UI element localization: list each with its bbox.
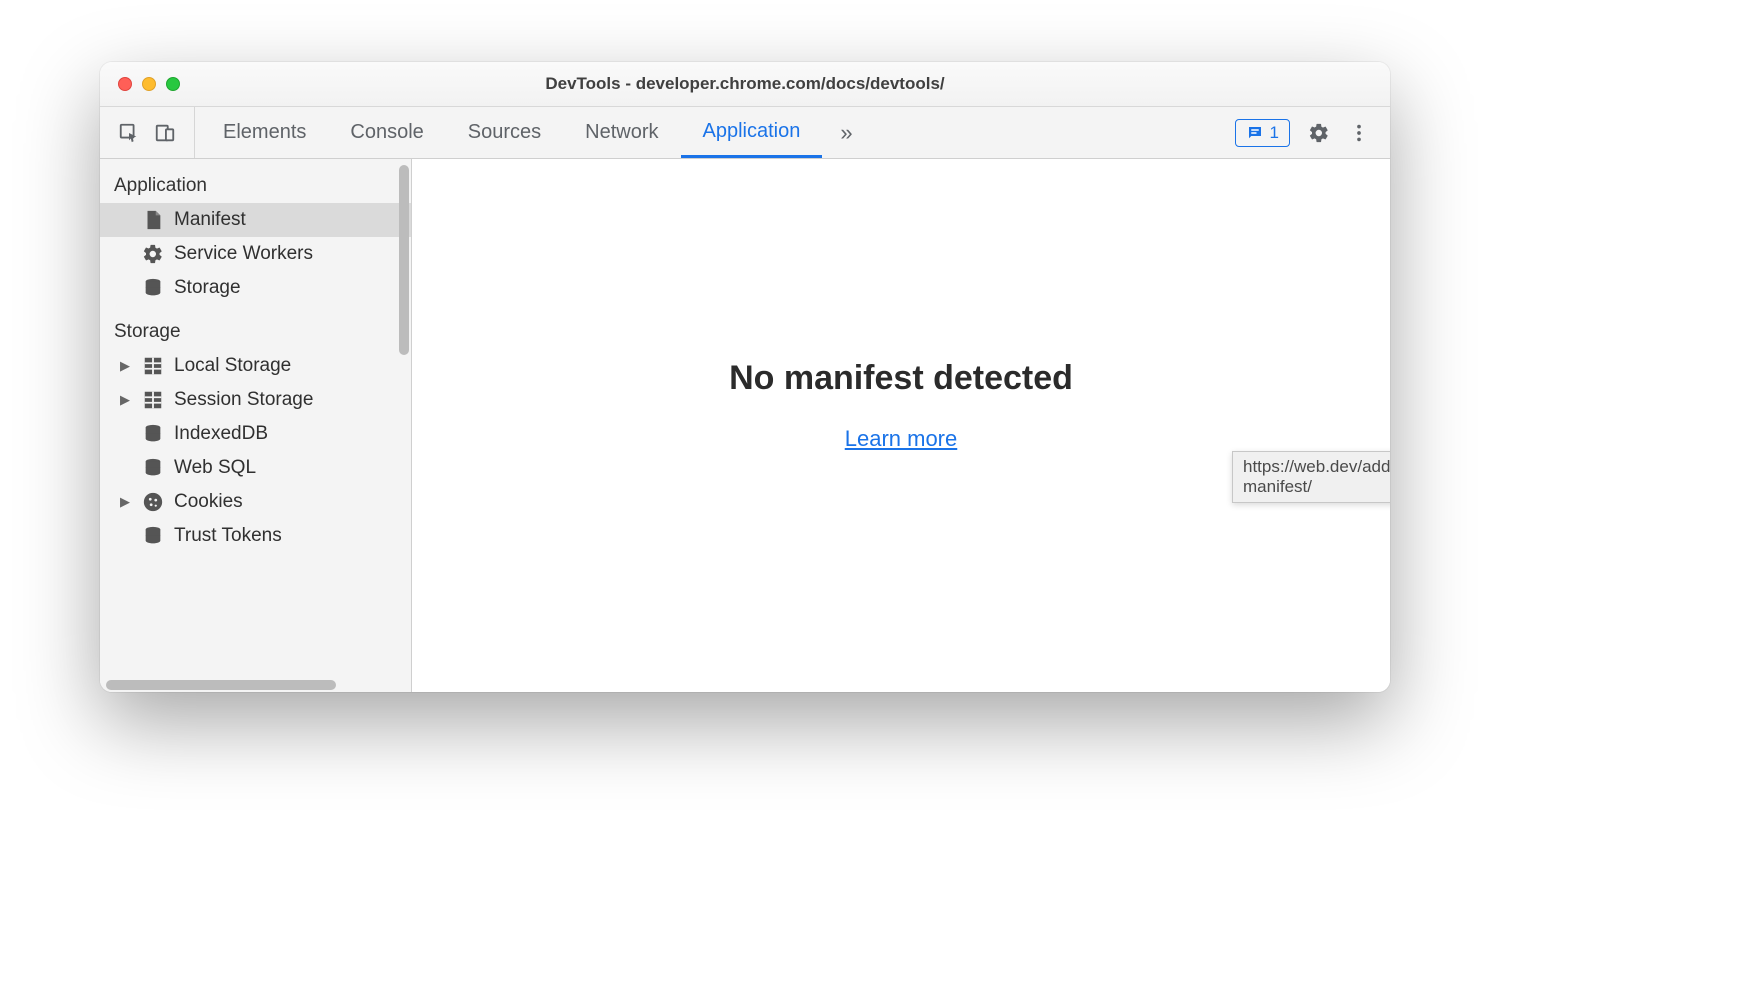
sidebar-item-label: Trust Tokens bbox=[174, 525, 282, 547]
devtools-window: DevTools - developer.chrome.com/docs/dev… bbox=[100, 62, 1390, 692]
tab-network[interactable]: Network bbox=[563, 107, 680, 158]
issues-count: 1 bbox=[1270, 123, 1279, 143]
table-icon bbox=[142, 355, 164, 377]
main-panel: No manifest detected Learn more https://… bbox=[412, 159, 1390, 692]
sidebar-group-application: Application bbox=[100, 159, 411, 203]
database-icon bbox=[142, 457, 164, 479]
sidebar-item-storage[interactable]: Storage bbox=[100, 271, 411, 305]
gear-icon bbox=[142, 243, 164, 265]
sidebar-item-label: Local Storage bbox=[174, 355, 291, 377]
document-icon bbox=[142, 209, 164, 231]
more-tabs-button[interactable]: » bbox=[822, 107, 870, 158]
database-icon bbox=[142, 423, 164, 445]
learn-more-link[interactable]: Learn more bbox=[845, 426, 958, 451]
sidebar-item-label: Storage bbox=[174, 277, 241, 299]
sidebar-item-session-storage[interactable]: ▶ Session Storage bbox=[100, 383, 411, 417]
tab-console[interactable]: Console bbox=[328, 107, 445, 158]
application-sidebar: Application Manifest Service Workers bbox=[100, 159, 412, 692]
sidebar-item-trust-tokens[interactable]: ▶ Trust Tokens bbox=[100, 519, 411, 553]
inspect-element-icon[interactable] bbox=[118, 122, 140, 144]
minimize-window-button[interactable] bbox=[142, 77, 156, 91]
sidebar-item-label: Session Storage bbox=[174, 389, 313, 411]
expand-triangle-icon[interactable]: ▶ bbox=[118, 392, 132, 408]
panel-tabs: Elements Console Sources Network Applica… bbox=[195, 107, 1215, 158]
sidebar-item-manifest[interactable]: Manifest bbox=[100, 203, 411, 237]
table-icon bbox=[142, 389, 164, 411]
sidebar-item-label: Service Workers bbox=[174, 243, 313, 265]
tab-application[interactable]: Application bbox=[681, 107, 823, 158]
titlebar: DevTools - developer.chrome.com/docs/dev… bbox=[100, 62, 1390, 107]
sidebar-group-storage: Storage bbox=[100, 305, 411, 349]
issues-chip[interactable]: 1 bbox=[1235, 119, 1290, 147]
sidebar-item-label: Cookies bbox=[174, 491, 243, 513]
sidebar-item-local-storage[interactable]: ▶ Local Storage bbox=[100, 349, 411, 383]
database-icon bbox=[142, 277, 164, 299]
settings-gear-icon[interactable] bbox=[1308, 122, 1330, 144]
kebab-menu-icon[interactable] bbox=[1348, 122, 1370, 144]
sidebar-item-indexeddb[interactable]: ▶ IndexedDB bbox=[100, 417, 411, 451]
chat-icon bbox=[1246, 124, 1264, 142]
horizontal-scrollbar-thumb[interactable] bbox=[106, 680, 336, 690]
sidebar-item-label: Web SQL bbox=[174, 457, 256, 479]
window-title: DevTools - developer.chrome.com/docs/dev… bbox=[100, 74, 1390, 94]
sidebar-item-cookies[interactable]: ▶ Cookies bbox=[100, 485, 411, 519]
device-toggle-icon[interactable] bbox=[154, 122, 176, 144]
expand-triangle-icon[interactable]: ▶ bbox=[118, 358, 132, 374]
empty-state-headline: No manifest detected bbox=[412, 359, 1390, 398]
expand-triangle-icon[interactable]: ▶ bbox=[118, 494, 132, 510]
window-controls bbox=[100, 77, 180, 91]
link-url-tooltip: https://web.dev/add-manifest/ bbox=[1232, 451, 1390, 503]
database-icon bbox=[142, 525, 164, 547]
tab-sources[interactable]: Sources bbox=[446, 107, 563, 158]
devtools-toolbar: Elements Console Sources Network Applica… bbox=[100, 107, 1390, 159]
maximize-window-button[interactable] bbox=[166, 77, 180, 91]
close-window-button[interactable] bbox=[118, 77, 132, 91]
tab-elements[interactable]: Elements bbox=[201, 107, 328, 158]
vertical-scrollbar-thumb[interactable] bbox=[399, 165, 409, 355]
sidebar-item-web-sql[interactable]: ▶ Web SQL bbox=[100, 451, 411, 485]
sidebar-item-label: Manifest bbox=[174, 209, 246, 231]
sidebar-item-label: IndexedDB bbox=[174, 423, 268, 445]
cookie-icon bbox=[142, 491, 164, 513]
horizontal-scrollbar[interactable] bbox=[100, 678, 411, 692]
sidebar-item-service-workers[interactable]: Service Workers bbox=[100, 237, 411, 271]
